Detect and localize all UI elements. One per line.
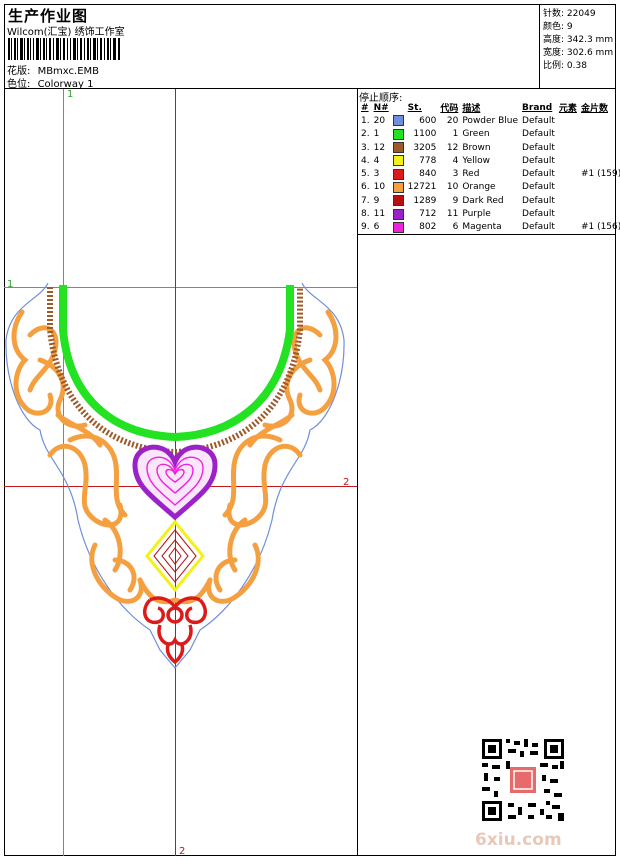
brown-band [47, 287, 303, 456]
red-ornament [142, 596, 208, 665]
watermark: 6xiu.com [475, 830, 562, 850]
yellow-diamond [145, 519, 205, 593]
embroidery-design [5, 282, 345, 669]
qr-code [480, 737, 566, 823]
green-band [59, 285, 294, 442]
